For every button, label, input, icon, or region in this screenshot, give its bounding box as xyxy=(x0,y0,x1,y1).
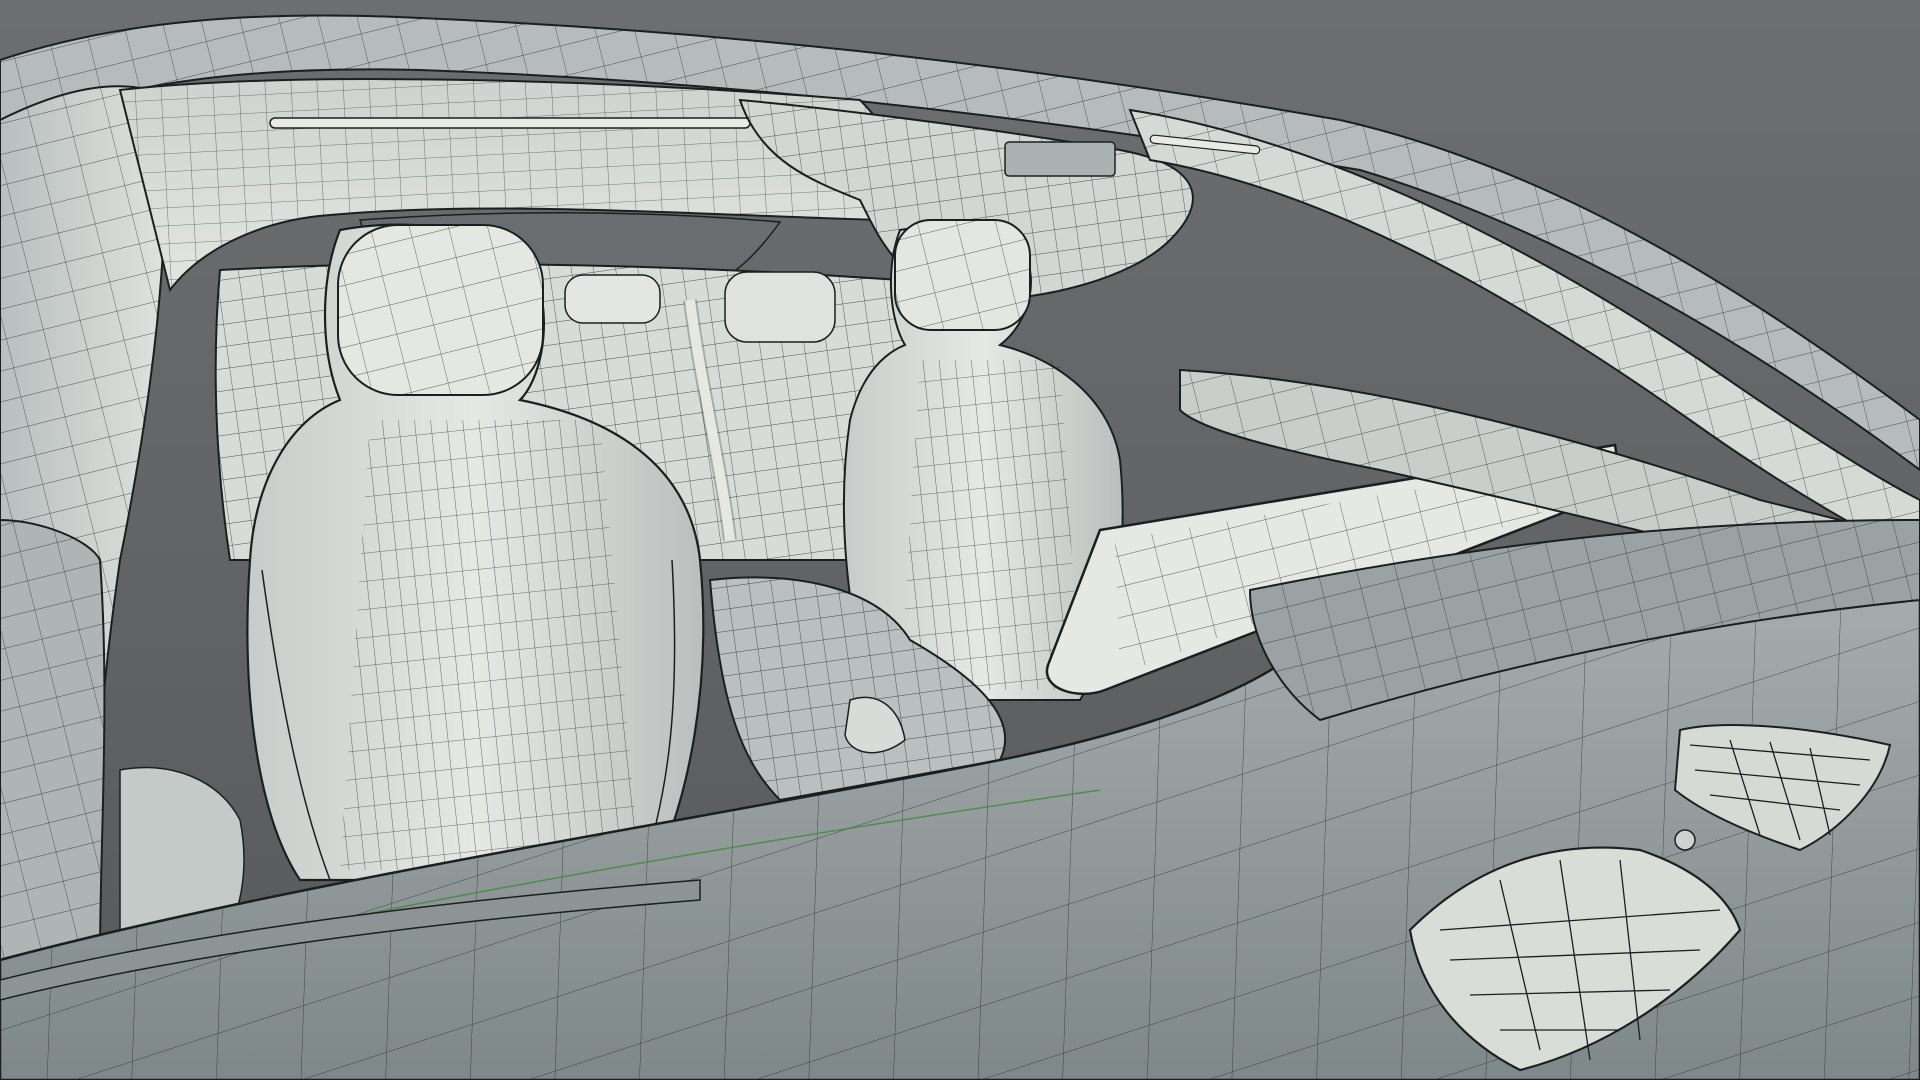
overhead-console-vent xyxy=(1004,141,1116,177)
grab-handle-rear xyxy=(269,117,751,129)
wireframe-render xyxy=(0,0,1920,1080)
rear-headrest-center xyxy=(564,274,661,324)
vent-knob xyxy=(1674,829,1696,851)
viewport xyxy=(0,0,1920,1080)
rear-headrest-right xyxy=(724,271,836,343)
